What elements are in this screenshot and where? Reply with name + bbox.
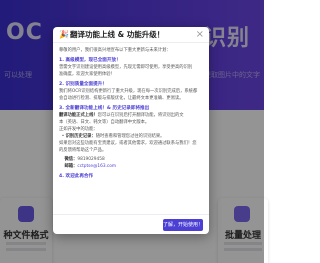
translation-launch-text: 您可以在识别后打开翻译功能，将识别出的文 xyxy=(97,113,184,118)
email-value[interactable]: cctptse@163.com xyxy=(77,164,116,169)
modal-header: 🎉 翻译功能上线 & 功能升级！ × xyxy=(53,27,209,43)
modal-footer: 了解，开始使用！ xyxy=(53,214,209,234)
section-text: 翻译功能正式上线！您可以在识别后打开翻译功能，将识别出的文 xyxy=(59,112,203,119)
section-text: 曾需文字识别建设使用高级模型，先现无需即可使用，享受更高的识别 xyxy=(59,65,193,70)
section-text: 本（英语、日文、韩文等）自动翻译中文版本。 xyxy=(59,120,150,125)
history-text: 随时查看和管理您过往的识别结果。 xyxy=(95,134,165,139)
section-heading-cooperation: 4. 欢迎此再合作 xyxy=(59,174,94,179)
section-heading-advanced-model: 1. 高级模型，现已全面开放！ xyxy=(59,58,121,63)
contact-email: 邮箱：cctptse@163.com xyxy=(59,163,203,170)
translation-launch-label: 翻译功能正式上线！ xyxy=(59,113,98,118)
section-text: 正如开发中的功能： xyxy=(59,127,98,132)
email-label: 邮箱： xyxy=(64,164,78,169)
contact-wechat: 微信：9819029458 xyxy=(59,156,203,163)
section-text: 会自动进行检测、排版与排版优化，让最终文本更准确、更易读。 xyxy=(59,96,184,101)
confirm-button[interactable]: 了解，开始使用！ xyxy=(163,219,203,231)
bullet-item: • 识别历史记录：随时查看和管理您过往的识别结果。 xyxy=(59,134,165,139)
history-label: 识别历史记录： xyxy=(65,134,96,139)
wechat-label: 微信： xyxy=(64,157,78,162)
update-announcement-modal: 🎉 翻译功能上线 & 功能升级！ × 尊敬的用户，我们很高兴地宣布以下重大更新与… xyxy=(53,27,209,234)
section-text: 的反馈将帮助这个产品。 xyxy=(59,148,107,153)
greeting-text: 尊敬的用户，我们很高兴地宣布以下重大更新与未来计划： xyxy=(59,48,171,53)
wechat-value: 9819029458 xyxy=(77,157,105,162)
section-text: 准确度，欢迎大家使用体验！ xyxy=(59,72,115,77)
section-text: 如果您对这些功能有宝贵建议，或者其他需求，欢迎通过联系与我们！您 xyxy=(59,141,197,146)
section-text: 我们将OCR识别结构更新行了重大升级，现在每一次识别完成后，系统都 xyxy=(59,89,198,94)
modal-title: 翻译功能上线 & 功能升级！ xyxy=(70,30,165,39)
party-popper-icon: 🎉 xyxy=(59,30,69,39)
modal-body: 尊敬的用户，我们很高兴地宣布以下重大更新与未来计划： 1. 高级模型，现已全面开… xyxy=(59,47,203,213)
section-heading-translation: 3. 全新翻译功能上线！& 历史记录即将推出 xyxy=(59,106,150,111)
section-heading-quality: 2. 识别质量全面提升！ xyxy=(59,82,107,87)
close-icon[interactable]: × xyxy=(196,29,204,40)
